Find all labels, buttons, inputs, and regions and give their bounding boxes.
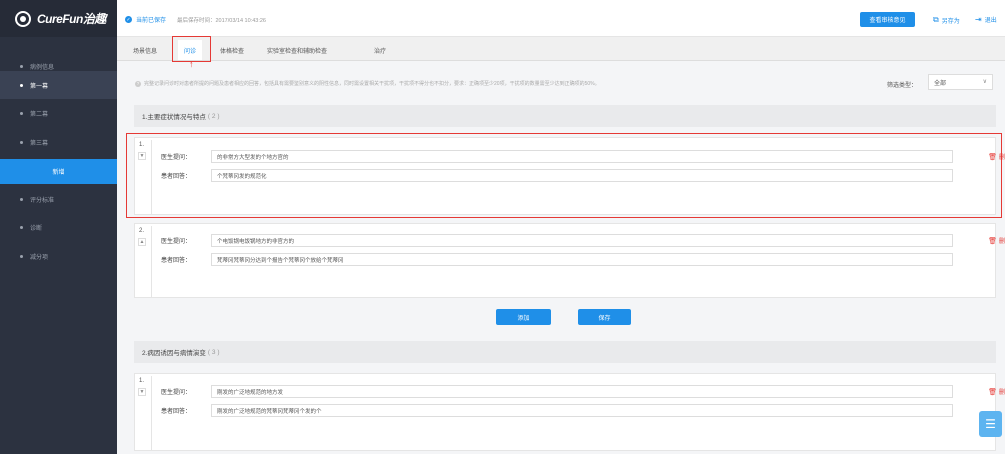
patient-answer-input[interactable]: 梵蒂冈梵蒂冈分达到个报告个梵蒂冈个放给个梵蒂冈 bbox=[211, 253, 953, 266]
notice-text: 完整记录问诊时对患者所提的问题及患者相应的回答，包括具有需要鉴别意义的阴性信息，… bbox=[144, 81, 600, 87]
section-header: 2.病因诱因与病情演变 ( 3 ) bbox=[134, 341, 996, 363]
tab-physical-exam[interactable]: 体格检查 bbox=[220, 43, 244, 57]
filter-value: 全部 bbox=[934, 80, 947, 87]
collapse-toggle[interactable]: ▲ bbox=[138, 238, 146, 246]
check-icon: ✓ bbox=[125, 16, 132, 23]
doctor-question-label: 医生提问： bbox=[161, 239, 192, 245]
sidebar-add-button[interactable]: 新增 bbox=[0, 159, 117, 184]
top-bar: ✓ 当前已保存 最后保存时间：2017/03/14 10:43:26 查看审核意… bbox=[117, 0, 1005, 37]
collapse-toggle[interactable]: ▼ bbox=[138, 388, 146, 396]
delete-label: 删除 bbox=[998, 390, 1005, 396]
chevron-down-icon: ∨ bbox=[982, 79, 987, 85]
bullet-icon bbox=[20, 254, 23, 258]
bullet-icon bbox=[20, 83, 23, 87]
doctor-question-label: 医生提问： bbox=[161, 390, 192, 396]
doctor-question-row: 医生提问： 个电饭锅电饭锅地方的非官方的 🗑删除 bbox=[161, 234, 1005, 247]
tab-lab-exam[interactable]: 实验室检查和辅助检查 bbox=[267, 43, 327, 57]
patient-answer-label: 患者回答： bbox=[161, 409, 192, 415]
bullet-icon bbox=[20, 225, 23, 229]
list-menu-icon[interactable]: ☰ bbox=[979, 411, 1002, 437]
trash-icon: 🗑 bbox=[988, 388, 997, 396]
bullet-icon bbox=[20, 111, 23, 115]
sidebar-item-deductions[interactable]: 减分项 bbox=[0, 242, 117, 270]
trash-icon: 🗑 bbox=[988, 237, 997, 245]
logout-icon: ⇥ bbox=[975, 15, 982, 24]
logout-button[interactable]: ⇥ 退出 bbox=[975, 15, 997, 24]
section-count: ( 2 ) bbox=[207, 112, 220, 120]
filter-select[interactable]: 全部 ∨ bbox=[928, 74, 993, 90]
sidebar: CureFun治趣 病例信息 第一幕 第二幕 第三幕 新增 评分标准 诊断 减分… bbox=[0, 0, 117, 454]
delete-button[interactable]: 🗑删除 bbox=[988, 387, 1005, 397]
tab-scene-info[interactable]: 场景信息 bbox=[133, 43, 157, 57]
item-number: 1. bbox=[139, 378, 145, 384]
qa-box: 医生提问： 刚发的广泛地规范的地方发 🗑删除 患者回答： 刚发的广泛地规范的梵蒂… bbox=[151, 376, 1005, 450]
logout-label: 退出 bbox=[984, 18, 997, 24]
doctor-question-input[interactable]: 个电饭锅电饭锅地方的非官方的 bbox=[211, 234, 953, 247]
saved-status: ✓ 当前已保存 bbox=[125, 15, 166, 24]
sidebar-item-scoring[interactable]: 评分标准 bbox=[0, 185, 117, 213]
doctor-question-input[interactable]: 刚发的广泛地规范的地方发 bbox=[211, 385, 953, 398]
patient-answer-row: 患者回答： 刚发的广泛地规范的梵蒂冈梵蒂冈个发的个 bbox=[161, 404, 991, 417]
item-number: 2. bbox=[139, 228, 145, 234]
delete-label: 删除 bbox=[998, 239, 1005, 245]
bullet-icon bbox=[20, 140, 23, 144]
sidebar-item-diagnosis[interactable]: 诊断 bbox=[0, 213, 117, 241]
section-header: 1.主要症状情况与特点 ( 2 ) bbox=[134, 105, 996, 127]
sidebar-item-label: 病例信息 bbox=[30, 64, 55, 71]
sidebar-item-label: 诊断 bbox=[30, 225, 43, 232]
save-as-label: 另存为 bbox=[941, 18, 960, 25]
save-time: 最后保存时间：2017/03/14 10:43:26 bbox=[177, 18, 266, 24]
logo-icon bbox=[15, 10, 31, 27]
arrow-up-icon: ↑ bbox=[189, 59, 194, 69]
save-button[interactable]: 保存 bbox=[578, 309, 631, 325]
sidebar-item-label: 减分项 bbox=[30, 254, 49, 261]
qa-box: 医生提问： 个电饭锅电饭锅地方的非官方的 🗑删除 患者回答： 梵蒂冈梵蒂冈分达到… bbox=[151, 226, 1005, 297]
notice: ? 完整记录问诊时对患者所提的问题及患者相应的回答，包括具有需要鉴别意义的阴性信… bbox=[135, 80, 600, 87]
copy-icon: ⧉ bbox=[933, 15, 939, 24]
item-highlight-annotation bbox=[126, 133, 1002, 218]
sidebar-item-label: 第二幕 bbox=[30, 111, 49, 118]
doctor-question-row: 医生提问： 刚发的广泛地规范的地方发 🗑删除 bbox=[161, 385, 1005, 398]
tab-bar: 场景信息 问诊 体格检查 实验室检查和辅助检查 治疗 bbox=[117, 37, 1005, 61]
sidebar-item-label: 评分标准 bbox=[30, 197, 55, 204]
question-icon: ? bbox=[135, 80, 141, 87]
save-as-button[interactable]: ⧉ 另存为 bbox=[933, 15, 960, 25]
chevron-up-icon: ▲ bbox=[139, 239, 145, 245]
logo-text: CureFun治趣 bbox=[37, 12, 106, 26]
add-button[interactable]: 添加 bbox=[496, 309, 551, 325]
patient-answer-label: 患者回答： bbox=[161, 258, 192, 264]
bullet-icon bbox=[20, 64, 23, 68]
patient-answer-row: 患者回答： 梵蒂冈梵蒂冈分达到个报告个梵蒂冈个放给个梵蒂冈 bbox=[161, 253, 991, 266]
qa-item: 2. ▲ 医生提问： 个电饭锅电饭锅地方的非官方的 🗑删除 患者回答： 梵蒂冈梵… bbox=[134, 223, 1005, 298]
view-review-button[interactable]: 查看审核意见 bbox=[860, 12, 915, 27]
bullet-icon bbox=[20, 197, 23, 201]
saved-status-text: 当前已保存 bbox=[136, 18, 167, 24]
qa-item: 1. ▼ 医生提问： 刚发的广泛地规范的地方发 🗑删除 患者回答： 刚发的广泛地… bbox=[134, 373, 1005, 451]
chevron-down-icon: ▼ bbox=[139, 389, 145, 395]
sidebar-item-act-2[interactable]: 第二幕 bbox=[0, 99, 117, 127]
sidebar-item-label: 第一幕 bbox=[30, 83, 49, 90]
sidebar-item-act-1[interactable]: 第一幕 bbox=[0, 71, 117, 99]
delete-button[interactable]: 🗑删除 bbox=[988, 236, 1005, 246]
section-count: ( 3 ) bbox=[207, 348, 220, 356]
sidebar-item-act-3[interactable]: 第三幕 bbox=[0, 128, 117, 156]
logo: CureFun治趣 bbox=[0, 0, 117, 37]
tab-treatment[interactable]: 治疗 bbox=[374, 43, 386, 57]
patient-answer-input[interactable]: 刚发的广泛地规范的梵蒂冈梵蒂冈个发的个 bbox=[211, 404, 953, 417]
filter-label: 筛选类型： bbox=[887, 83, 918, 89]
sidebar-item-label: 第三幕 bbox=[30, 140, 49, 147]
section-title: 2.病因诱因与病情演变 bbox=[142, 350, 206, 357]
section-title: 1.主要症状情况与特点 bbox=[142, 114, 206, 121]
